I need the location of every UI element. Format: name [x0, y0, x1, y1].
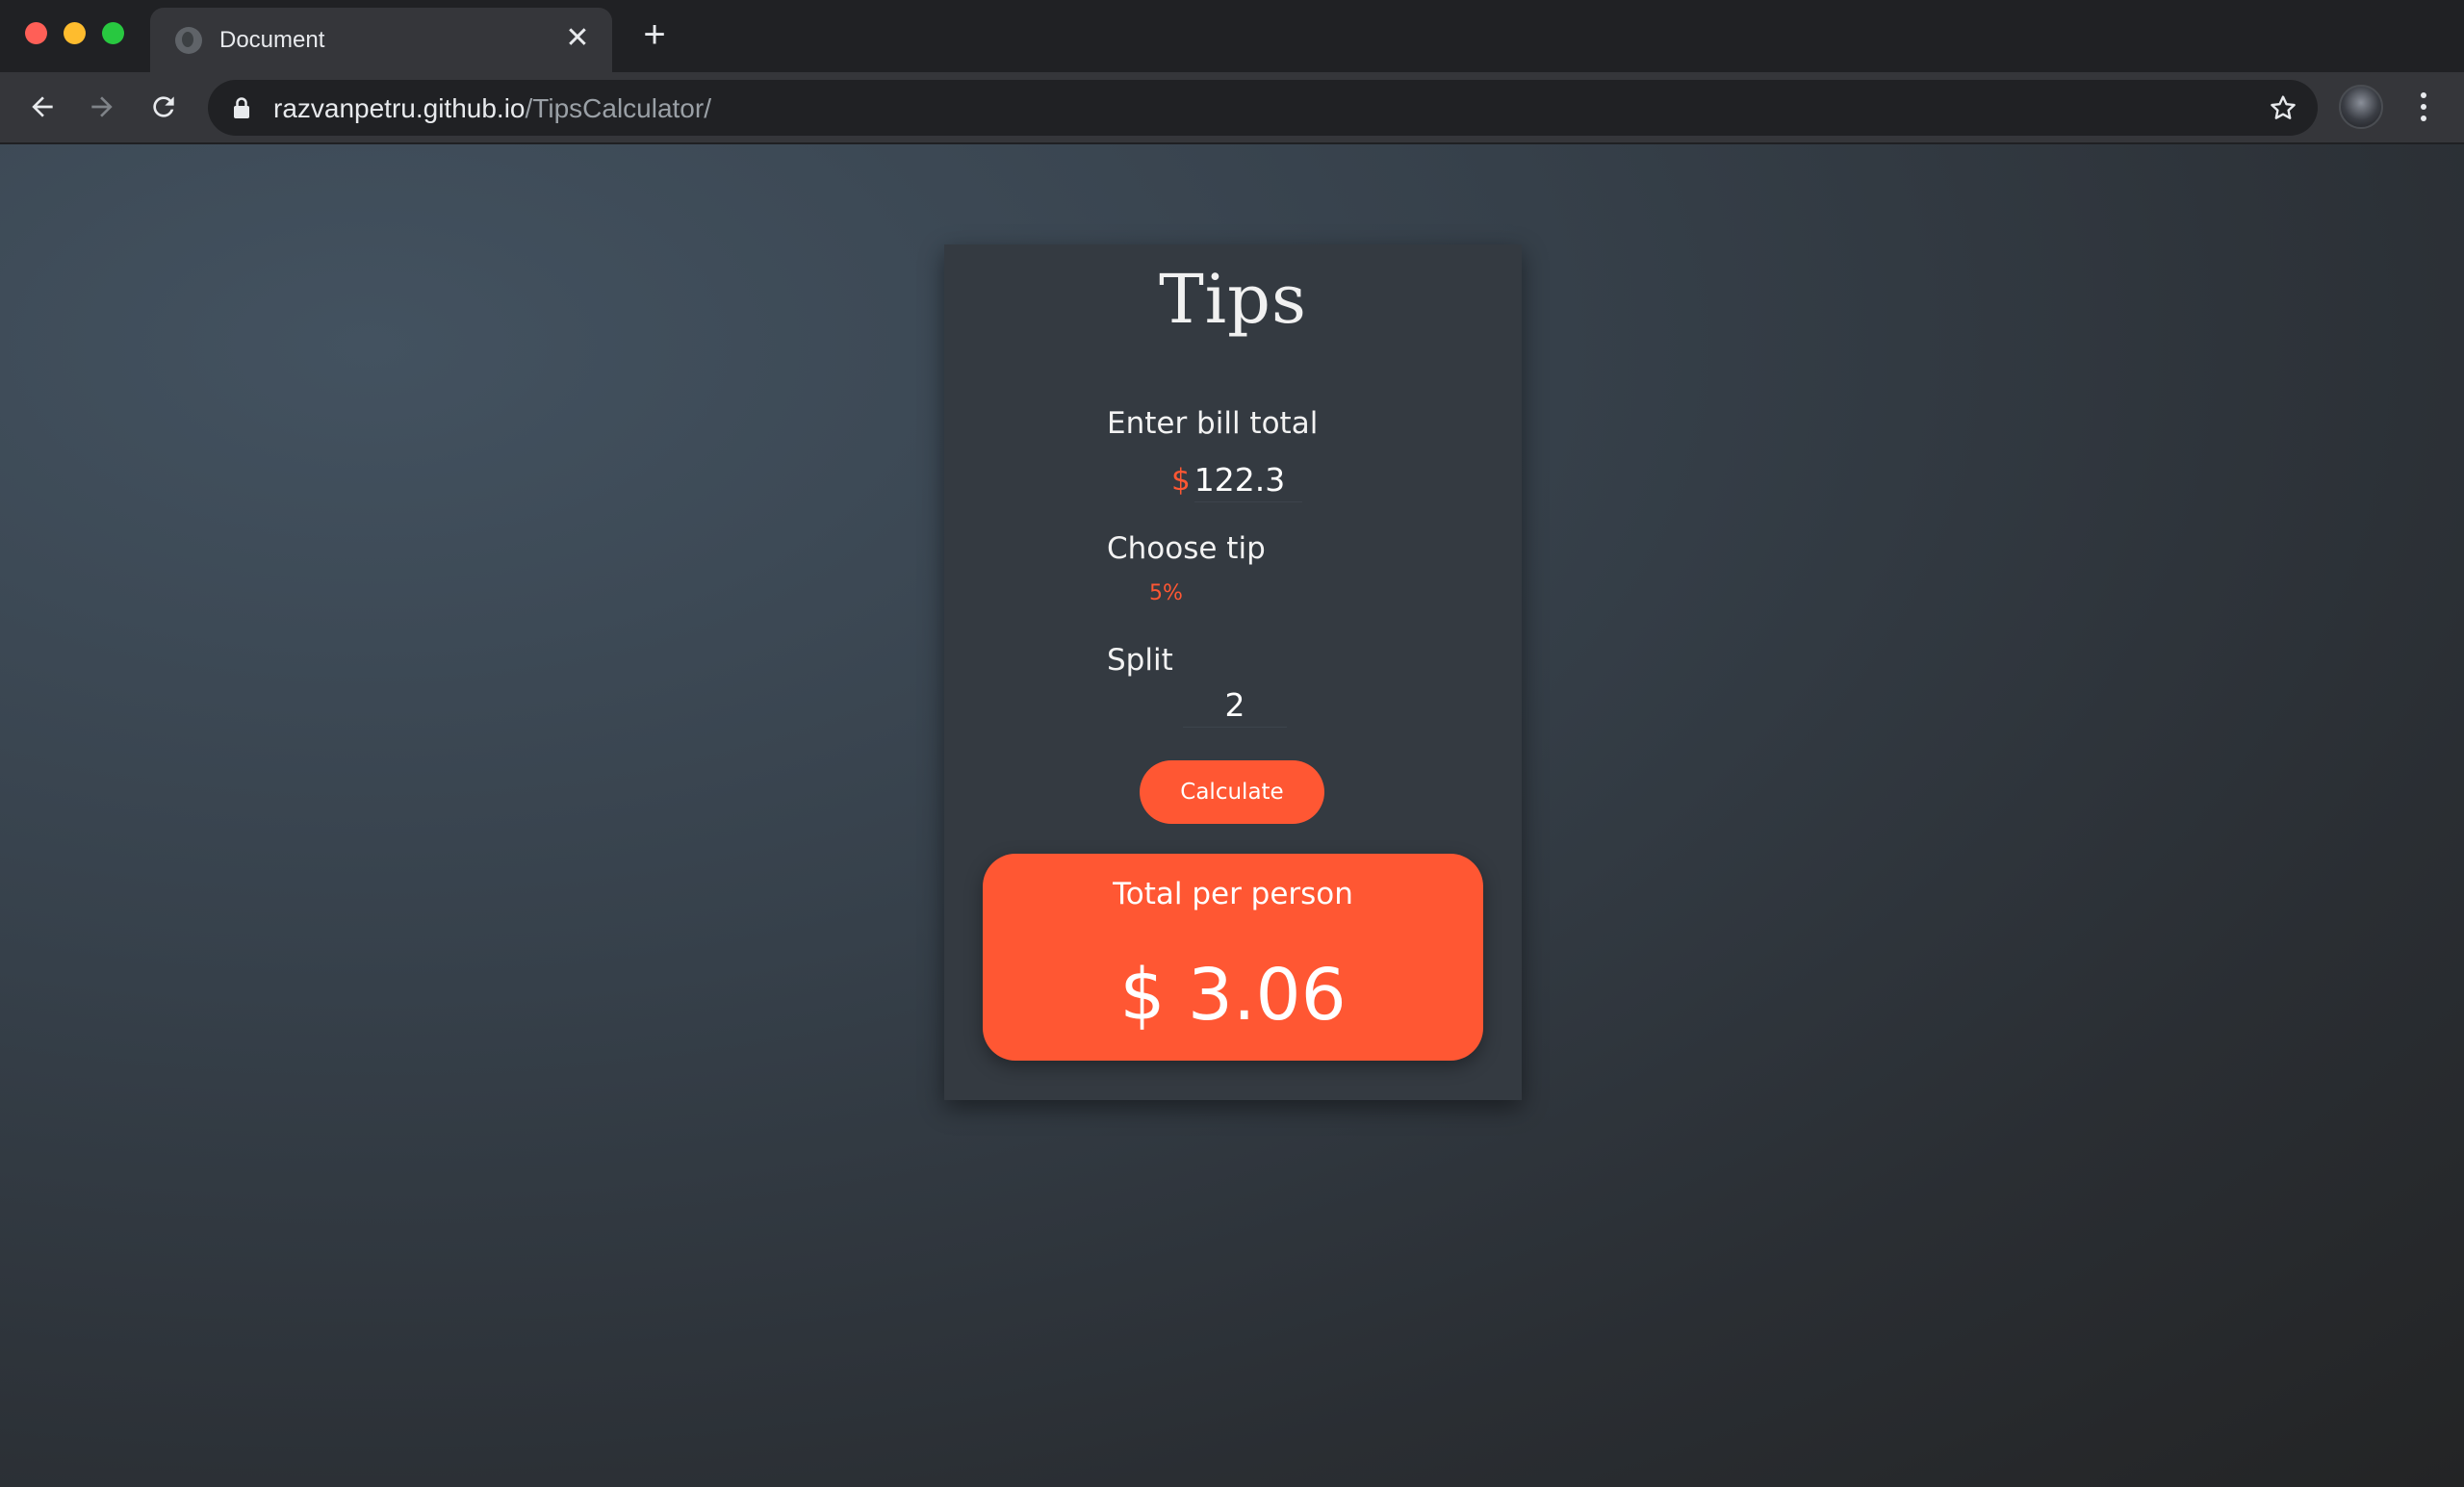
browser-toolbar: razvanpetru.github.io/TipsCalculator/ [0, 72, 2464, 143]
browser-tab-bar: Document ✕ + [0, 0, 2464, 72]
minimize-window-button[interactable] [64, 22, 86, 44]
reload-icon [153, 96, 174, 117]
calculate-button[interactable]: Calculate [1140, 760, 1324, 824]
tip-select[interactable]: 5% [1149, 581, 1183, 605]
tip-label: Choose tip [1107, 531, 1266, 566]
close-tab-icon[interactable]: ✕ [562, 23, 593, 54]
result-label: Total per person [1113, 877, 1353, 911]
close-window-button[interactable] [25, 22, 47, 44]
split-label: Split [1107, 643, 1173, 678]
maximize-window-button[interactable] [102, 22, 124, 44]
globe-icon [175, 27, 202, 54]
page-viewport: Tips Enter bill total $ Choose tip 5% Sp… [0, 144, 2464, 1487]
back-button[interactable] [23, 88, 62, 126]
currency-symbol: $ [1171, 463, 1191, 498]
page-title: Tips [1159, 260, 1307, 339]
url-path: /TipsCalculator/ [525, 93, 711, 123]
reload-button[interactable] [144, 88, 183, 126]
tips-calculator-card: Tips Enter bill total $ Choose tip 5% Sp… [944, 244, 1522, 1100]
arrow-right-icon [91, 96, 113, 117]
bookmark-star-icon[interactable] [2268, 92, 2298, 123]
url-text: razvanpetru.github.io/TipsCalculator/ [273, 93, 711, 124]
arrow-left-icon [32, 96, 53, 117]
new-tab-button[interactable]: + [637, 15, 672, 54]
browser-tab-active[interactable]: Document ✕ [150, 8, 612, 72]
result-panel: Total per person $ 3.06 [983, 854, 1483, 1061]
browser-menu-icon[interactable] [2406, 90, 2441, 124]
url-host: razvanpetru.github.io [273, 93, 526, 123]
bill-label: Enter bill total [1107, 406, 1319, 441]
bill-total-input[interactable] [1194, 458, 1302, 502]
forward-button[interactable] [83, 88, 121, 126]
total-per-person-value: $ 3.06 [1119, 954, 1347, 1037]
tab-title: Document [219, 27, 325, 53]
split-input[interactable] [1183, 683, 1287, 728]
address-bar[interactable]: razvanpetru.github.io/TipsCalculator/ [208, 80, 2318, 136]
lock-icon [234, 97, 249, 118]
profile-avatar[interactable] [2339, 85, 2383, 129]
bill-input-row: $ [1171, 458, 1302, 502]
